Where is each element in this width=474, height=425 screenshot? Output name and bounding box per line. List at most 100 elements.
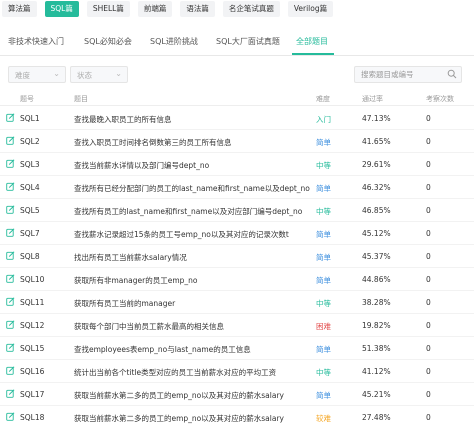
tab-algorithm[interactable]: 算法篇: [2, 1, 37, 17]
edit-icon: [6, 228, 15, 237]
subtab-non-tech-intro[interactable]: 非技术快速入门: [8, 36, 64, 47]
subtab-sql-interview[interactable]: SQL大厂面试真题: [216, 36, 280, 47]
question-title[interactable]: 获取所有员工当前的manager: [74, 298, 175, 309]
subtab-sql-must-know[interactable]: SQL必知必会: [84, 36, 132, 47]
difficulty-label: 中等: [316, 299, 331, 308]
table-row[interactable]: SQL15 查找employees表emp_no与last_name的员工信息 简单…: [0, 337, 474, 360]
attempt-count: 0: [426, 275, 431, 284]
pass-rate: 29.61%: [362, 160, 391, 169]
chevron-down-icon: ⌄: [115, 69, 122, 78]
edit-icon: [6, 389, 15, 398]
pass-rate: 46.32%: [362, 183, 391, 192]
edit-icon: [6, 320, 15, 329]
search-icon[interactable]: [447, 69, 457, 79]
question-number[interactable]: SQL5: [20, 206, 40, 215]
question-number[interactable]: SQL18: [20, 413, 44, 422]
question-number[interactable]: SQL17: [20, 390, 44, 399]
difficulty-placeholder: 难度: [15, 71, 30, 80]
difficulty-label: 简单: [316, 230, 331, 239]
status-placeholder: 状态: [77, 71, 92, 80]
header-difficulty: 难度: [316, 95, 330, 103]
header-attempts: 考察次数: [426, 95, 454, 103]
table-row[interactable]: SQL2 查找入职员工时间排名倒数第三的员工所有信息 简单 41.65% 0: [0, 130, 474, 153]
table-row[interactable]: SQL5 查找所有员工的last_name和first_name以及对应部门编号d…: [0, 199, 474, 222]
question-number[interactable]: SQL7: [20, 229, 40, 238]
attempt-count: 0: [426, 344, 431, 353]
attempt-count: 0: [426, 390, 431, 399]
difficulty-label: 入门: [316, 115, 331, 124]
edit-icon: [6, 251, 15, 260]
status-select[interactable]: 状态 ⌄: [70, 66, 128, 83]
table-row[interactable]: SQL18 获取当前薪水第二多的员工的emp_no以及其对应的薪水salary 较难…: [0, 406, 474, 425]
search-box[interactable]: [354, 66, 462, 83]
question-number[interactable]: SQL4: [20, 183, 40, 192]
question-number[interactable]: SQL15: [20, 344, 44, 353]
search-input[interactable]: [355, 67, 445, 82]
attempt-count: 0: [426, 298, 431, 307]
edit-icon: [6, 366, 15, 375]
table-header: 题号 题目 难度 通过率 考察次数: [0, 92, 474, 106]
question-title[interactable]: 找出所有员工当前薪水salary情况: [74, 252, 187, 263]
table-row[interactable]: SQL12 获取每个部门中当前员工薪水最高的相关信息 困难 19.82% 0: [0, 314, 474, 337]
table-row[interactable]: SQL10 获取所有非manager的员工emp_no 简单 44.86% 0: [0, 268, 474, 291]
question-title[interactable]: 获取每个部门中当前员工薪水最高的相关信息: [74, 321, 224, 332]
question-title[interactable]: 查找入职员工时间排名倒数第三的员工所有信息: [74, 137, 232, 148]
edit-icon: [6, 113, 15, 122]
attempt-count: 0: [426, 321, 431, 330]
question-number[interactable]: SQL12: [20, 321, 44, 330]
header-pass-rate: 通过率: [362, 95, 383, 103]
tab-verilog[interactable]: Verilog篇: [287, 1, 334, 17]
question-title[interactable]: 查找employees表emp_no与last_name的员工信息: [74, 344, 251, 355]
question-title[interactable]: 查找所有员工的last_name和first_name以及对应部门编号dept_…: [74, 206, 302, 217]
difficulty-label: 简单: [316, 138, 331, 147]
difficulty-label: 简单: [316, 345, 331, 354]
question-title[interactable]: 统计出当前各个title类型对应的员工当前薪水对应的平均工资: [74, 367, 276, 378]
table-row[interactable]: SQL4 查找所有已经分配部门的员工的last_name和first_name以及…: [0, 176, 474, 199]
table-row[interactable]: SQL1 查找最晚入职员工的所有信息 入门 47.13% 0: [0, 107, 474, 130]
subtab-sql-advanced[interactable]: SQL进阶挑战: [150, 36, 198, 47]
attempt-count: 0: [426, 160, 431, 169]
question-title[interactable]: 获取所有非manager的员工emp_no: [74, 275, 197, 286]
question-title[interactable]: 获取当前薪水第二多的员工的emp_no以及其对应的薪水salary: [74, 413, 284, 424]
difficulty-select[interactable]: 难度 ⌄: [8, 66, 66, 83]
table-row[interactable]: SQL3 查找当前薪水详情以及部门编号dept_no 中等 29.61% 0: [0, 153, 474, 176]
table-row[interactable]: SQL17 获取当前薪水第二多的员工的emp_no以及其对应的薪水salary 简单…: [0, 383, 474, 406]
edit-icon: [6, 182, 15, 191]
tab-shell[interactable]: SHELL篇: [86, 1, 130, 17]
pass-rate: 27.48%: [362, 413, 391, 422]
question-number[interactable]: SQL11: [20, 298, 44, 307]
edit-icon: [6, 205, 15, 214]
question-title[interactable]: 查找当前薪水详情以及部门编号dept_no: [74, 160, 209, 171]
question-title[interactable]: 查找所有已经分配部门的员工的last_name和first_name以及dept…: [74, 183, 310, 194]
pass-rate: 45.37%: [362, 252, 391, 261]
table-row[interactable]: SQL7 查找薪水记录超过15条的员工号emp_no以及其对应的记录次数t 简单 45…: [0, 222, 474, 245]
edit-icon: [6, 136, 15, 145]
tab-company-exams[interactable]: 名企笔试真题: [222, 1, 280, 17]
difficulty-label: 中等: [316, 368, 331, 377]
question-number[interactable]: SQL2: [20, 137, 40, 146]
subtab-all-questions[interactable]: 全部题目: [296, 36, 328, 47]
tab-syntax[interactable]: 语法篇: [180, 1, 215, 17]
pass-rate: 19.82%: [362, 321, 391, 330]
table-row[interactable]: SQL16 统计出当前各个title类型对应的员工当前薪水对应的平均工资 中等 41.…: [0, 360, 474, 383]
top-tab-bar: 算法篇 SQL篇 SHELL篇 前端篇 语法篇 名企笔试真题 Verilog篇: [0, 0, 474, 18]
chevron-down-icon: ⌄: [53, 69, 60, 78]
question-number[interactable]: SQL8: [20, 252, 40, 261]
tab-sql[interactable]: SQL篇: [44, 1, 79, 17]
table-row[interactable]: SQL11 获取所有员工当前的manager 中等 38.28% 0: [0, 291, 474, 314]
difficulty-label: 较难: [316, 414, 331, 423]
question-title[interactable]: 获取当前薪水第二多的员工的emp_no以及其对应的薪水salary: [74, 390, 284, 401]
difficulty-label: 简单: [316, 184, 331, 193]
question-number[interactable]: SQL16: [20, 367, 44, 376]
difficulty-label: 中等: [316, 207, 331, 216]
difficulty-label: 简单: [316, 391, 331, 400]
question-number[interactable]: SQL1: [20, 114, 40, 123]
question-title[interactable]: 查找薪水记录超过15条的员工号emp_no以及其对应的记录次数t: [74, 229, 289, 240]
table-row[interactable]: SQL8 找出所有员工当前薪水salary情况 简单 45.37% 0: [0, 245, 474, 268]
tab-frontend[interactable]: 前端篇: [137, 1, 173, 17]
pass-rate: 41.12%: [362, 367, 391, 376]
question-number[interactable]: SQL10: [20, 275, 44, 284]
question-title[interactable]: 查找最晚入职员工的所有信息: [74, 114, 172, 125]
attempt-count: 0: [426, 206, 431, 215]
question-number[interactable]: SQL3: [20, 160, 40, 169]
